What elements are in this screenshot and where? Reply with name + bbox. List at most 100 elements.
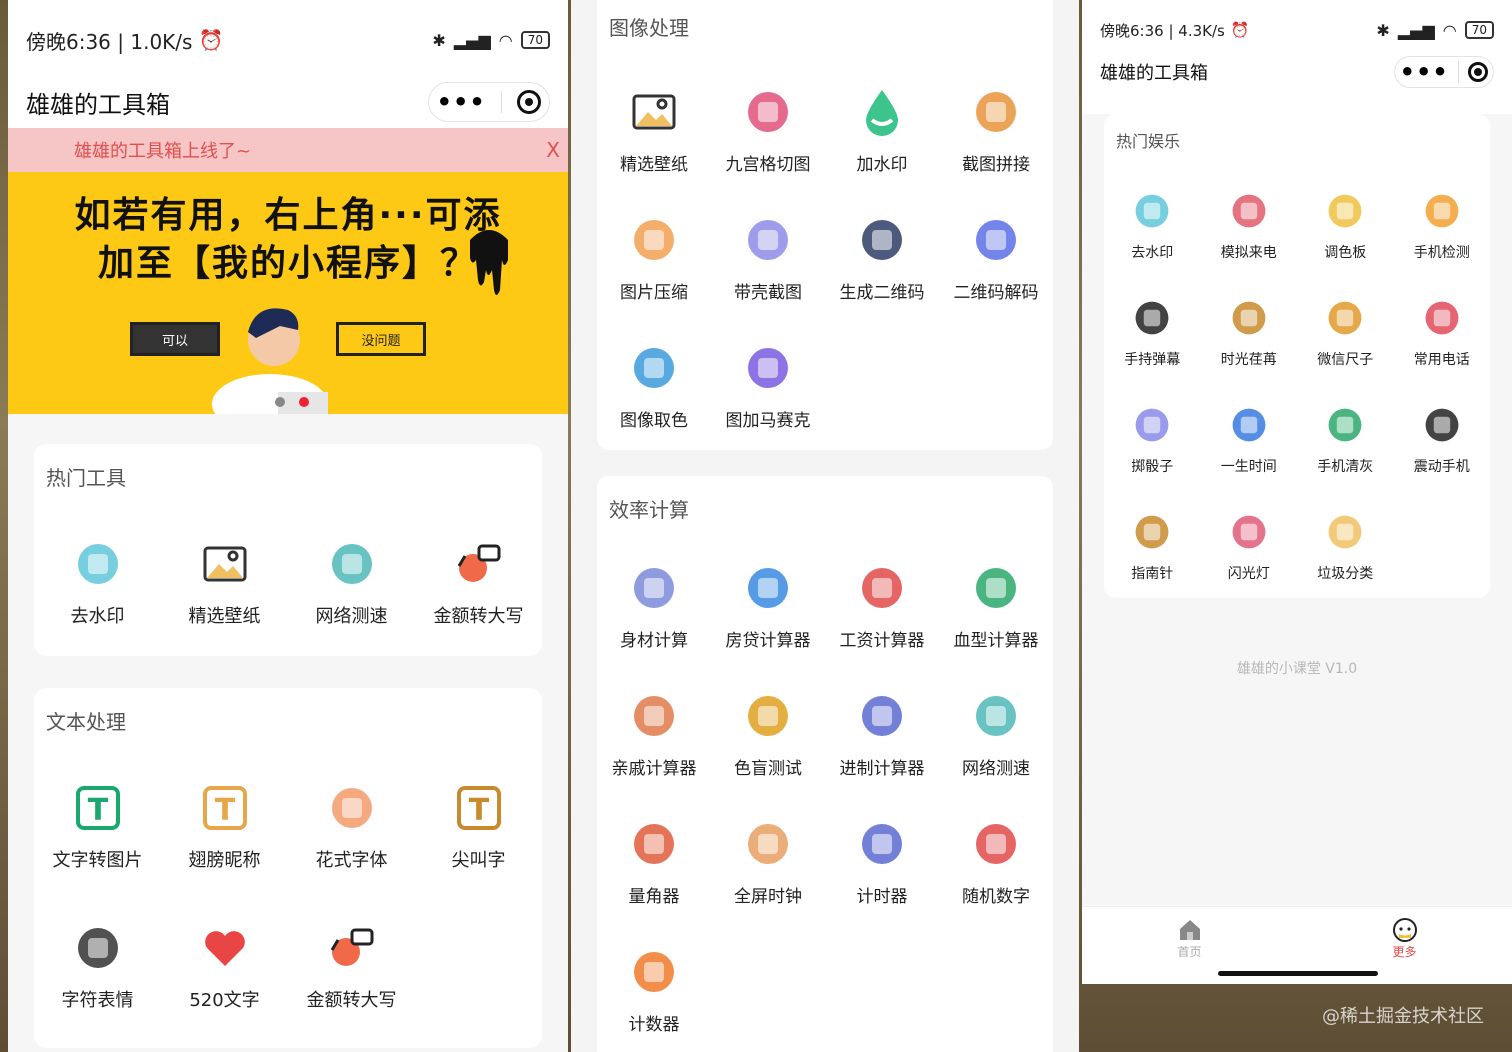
brush-icon-shape (1337, 416, 1354, 434)
heart-icon-shape (204, 931, 245, 966)
tool-item[interactable]: 身材计算 (597, 540, 711, 668)
tool-item[interactable]: 网络测速 (939, 668, 1053, 796)
binary-icon-shape (872, 706, 892, 726)
tool-item[interactable]: 随机数字 (939, 796, 1053, 924)
tool-item[interactable]: 精选壁纸 (161, 514, 288, 654)
banner-no-button[interactable]: 没问题 (336, 322, 426, 356)
palette-icon (1322, 188, 1368, 234)
qrcode-icon (854, 212, 910, 268)
watermark-icon-shape (1135, 194, 1169, 228)
tool-label: 520文字 (189, 990, 260, 1011)
tool-item[interactable]: 全屏时钟 (711, 796, 825, 924)
tool-item[interactable]: 花式字体 (288, 758, 415, 898)
tool-item[interactable]: 图片压缩 (597, 192, 711, 320)
tool-item[interactable]: 震动手机 (1394, 388, 1491, 495)
compress-icon-shape (634, 220, 674, 260)
hourglass-icon-shape (1232, 408, 1266, 442)
hourglass-icon (1226, 295, 1272, 341)
text-t-icon-shape: T (75, 786, 120, 830)
tool-item[interactable]: 去水印 (34, 514, 161, 654)
image-icon-shape (632, 94, 676, 130)
tool-item[interactable]: 手机清灰 (1297, 388, 1394, 495)
text-t-icon-shape: T (214, 793, 235, 828)
text-t-icon-shape: T (468, 793, 489, 828)
phone-check-icon-shape (1433, 202, 1450, 220)
tool-label: 带壳截图 (734, 283, 802, 303)
danmaku-icon (1129, 295, 1175, 341)
tool-item[interactable]: 手机检测 (1394, 174, 1491, 281)
tool-item[interactable]: 520文字 (161, 898, 288, 1038)
more-menu-button[interactable]: ••• (1400, 58, 1449, 86)
notice-close-button[interactable]: X (546, 138, 560, 162)
tool-item[interactable]: 字符表情 (34, 898, 161, 1038)
tool-item[interactable]: 二维码解码 (939, 192, 1053, 320)
tool-item[interactable]: 量角器 (597, 796, 711, 924)
heart-icon (197, 920, 253, 976)
tool-item[interactable]: 进制计算器 (825, 668, 939, 796)
close-miniprogram-button[interactable] (517, 90, 542, 114)
tool-item[interactable]: T 文字转图片 (34, 758, 161, 898)
exchange-icon (451, 536, 507, 592)
tool-item[interactable]: 去水印 (1104, 174, 1201, 281)
close-miniprogram-button[interactable] (1468, 62, 1489, 82)
tool-item[interactable]: 色盲测试 (711, 668, 825, 796)
tool-item[interactable]: 加水印 (825, 64, 939, 192)
tool-item[interactable]: 带壳截图 (711, 192, 825, 320)
tool-item[interactable]: 调色板 (1297, 174, 1394, 281)
home-indicator[interactable] (1218, 971, 1378, 976)
tool-item[interactable]: 工资计算器 (825, 540, 939, 668)
flashlight-icon (1226, 509, 1272, 555)
tab-home-label: 首页 (1177, 945, 1202, 959)
tool-item[interactable]: 金额转大写 (415, 514, 542, 654)
scale-icon-shape (644, 578, 664, 598)
tool-item[interactable]: 图像取色 (597, 320, 711, 448)
tool-item[interactable]: 模拟来电 (1201, 174, 1298, 281)
tool-item[interactable]: 闪光灯 (1201, 495, 1298, 602)
tool-item[interactable]: 网络测速 (288, 514, 415, 654)
tool-item[interactable]: T 翅膀昵称 (161, 758, 288, 898)
tool-item[interactable]: 掷骰子 (1104, 388, 1201, 495)
tool-item[interactable]: 图加马赛克 (711, 320, 825, 448)
promo-banner[interactable]: 如若有用，右上角···可添 加至【我的小程序】？ 可以 没问题 (8, 172, 568, 414)
puzzle-icon-shape (748, 92, 788, 132)
tool-label: 九宫格切图 (725, 155, 811, 175)
compass-icon-shape (1135, 515, 1169, 549)
tool-item[interactable]: 垃圾分类 (1297, 495, 1394, 602)
tool-item[interactable]: 手持弹幕 (1104, 281, 1201, 388)
family-icon (626, 688, 682, 744)
trash-icon-shape (1328, 515, 1362, 549)
tool-label: 垃圾分类 (1317, 566, 1374, 582)
tool-item[interactable]: 亲戚计算器 (597, 668, 711, 796)
left-phone-screen: 傍晚6:36 | 1.0K/s ⏰ ✱ ▂▄▆ ◠ 70 雄雄的工具箱 ••• 雄雄的工… (8, 0, 568, 1052)
speed-gauge-icon (968, 688, 1024, 744)
tool-label: 去水印 (70, 606, 125, 627)
banner-ok-button[interactable]: 可以 (130, 322, 220, 356)
tool-item[interactable]: T 尖叫字 (415, 758, 542, 898)
tool-item[interactable]: 一生时间 (1201, 388, 1298, 495)
tool-item[interactable]: 房贷计算器 (711, 540, 825, 668)
tool-item[interactable]: 微信尺子 (1297, 281, 1394, 388)
text-t-icon-shape: T (202, 786, 247, 830)
tool-item[interactable]: 金额转大写 (288, 898, 415, 1038)
tool-item[interactable]: 精选壁纸 (597, 64, 711, 192)
compass-icon-shape (1144, 523, 1161, 541)
tool-item[interactable]: 指南针 (1104, 495, 1201, 602)
random-number-icon-shape (986, 834, 1006, 854)
tool-item[interactable]: 常用电话 (1394, 281, 1491, 388)
mosaic-icon (740, 340, 796, 396)
wifi-icon: ◠ (1442, 20, 1457, 40)
tool-item[interactable]: 时光荏苒 (1201, 281, 1298, 388)
tool-item[interactable]: 九宫格切图 (711, 64, 825, 192)
tool-item[interactable]: 计时器 (825, 796, 939, 924)
more-menu-button[interactable]: ••• (437, 88, 486, 116)
tool-label: 尖叫字 (451, 850, 506, 871)
tool-item[interactable]: 计数器 (597, 924, 711, 1052)
tool-label: 文字转图片 (52, 850, 143, 871)
alarm-icon: ⏰ (198, 28, 224, 52)
tool-item[interactable]: 生成二维码 (825, 192, 939, 320)
qr-decode-icon (968, 212, 1024, 268)
flower-icon (324, 780, 380, 836)
tool-item[interactable]: 血型计算器 (939, 540, 1053, 668)
blood-drop-icon-shape (976, 568, 1016, 608)
tool-item[interactable]: 截图拼接 (939, 64, 1053, 192)
